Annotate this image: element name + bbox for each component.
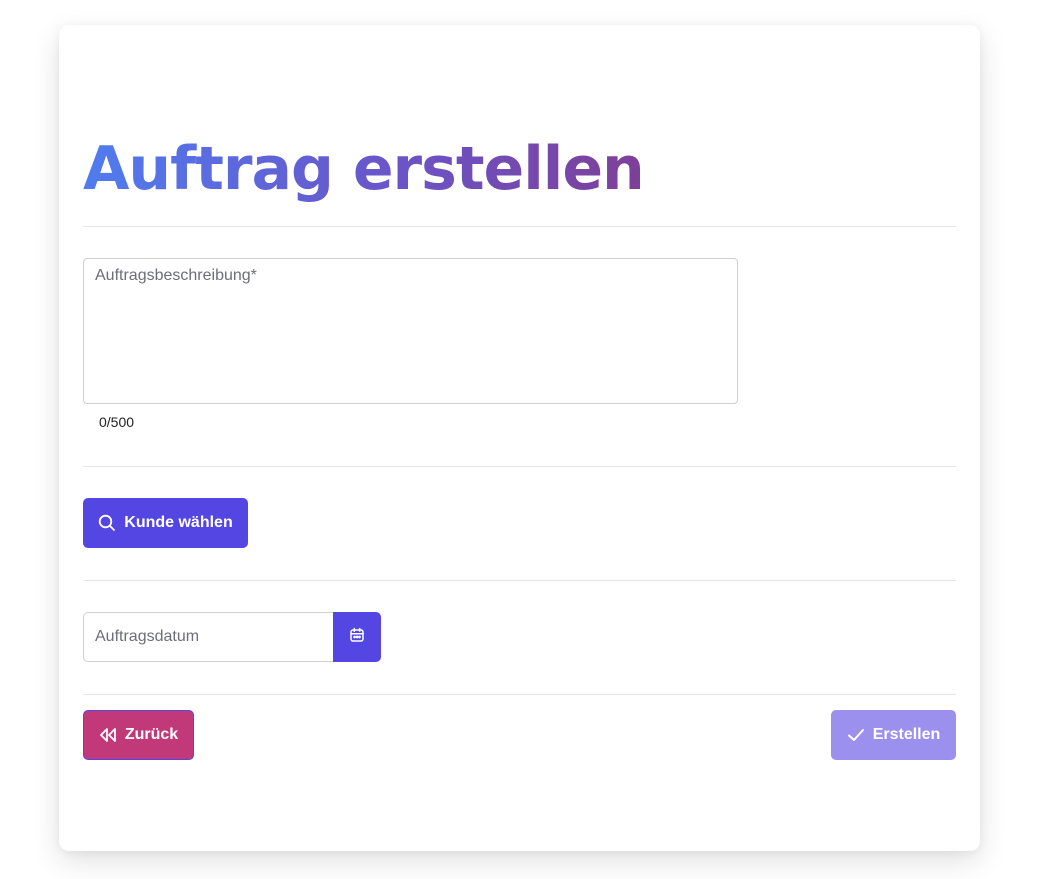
- divider: [83, 580, 956, 581]
- select-customer-button[interactable]: Kunde wählen: [83, 498, 248, 548]
- create-order-card: Auftrag erstellen 0/500 Kunde wählen: [59, 25, 980, 851]
- order-date-input[interactable]: [84, 613, 333, 661]
- divider: [83, 694, 956, 695]
- create-button[interactable]: Erstellen: [831, 710, 956, 760]
- calendar-icon: [349, 627, 365, 648]
- back-label: Zurück: [124, 726, 179, 743]
- divider: [83, 466, 956, 467]
- description-field-wrapper: [83, 258, 738, 404]
- order-date-field-wrapper: [83, 612, 333, 662]
- divider: [83, 226, 956, 227]
- calendar-button[interactable]: [333, 612, 381, 662]
- double-chevron-left-icon: [99, 727, 117, 743]
- check-icon: [847, 727, 865, 743]
- create-label: Erstellen: [872, 726, 941, 743]
- description-textarea[interactable]: [84, 259, 737, 403]
- select-customer-label: Kunde wählen: [124, 514, 233, 531]
- character-counter: 0/500: [99, 414, 135, 430]
- back-button[interactable]: Zurück: [83, 710, 194, 760]
- page-title: Auftrag erstellen: [83, 134, 645, 204]
- search-icon: [98, 514, 116, 532]
